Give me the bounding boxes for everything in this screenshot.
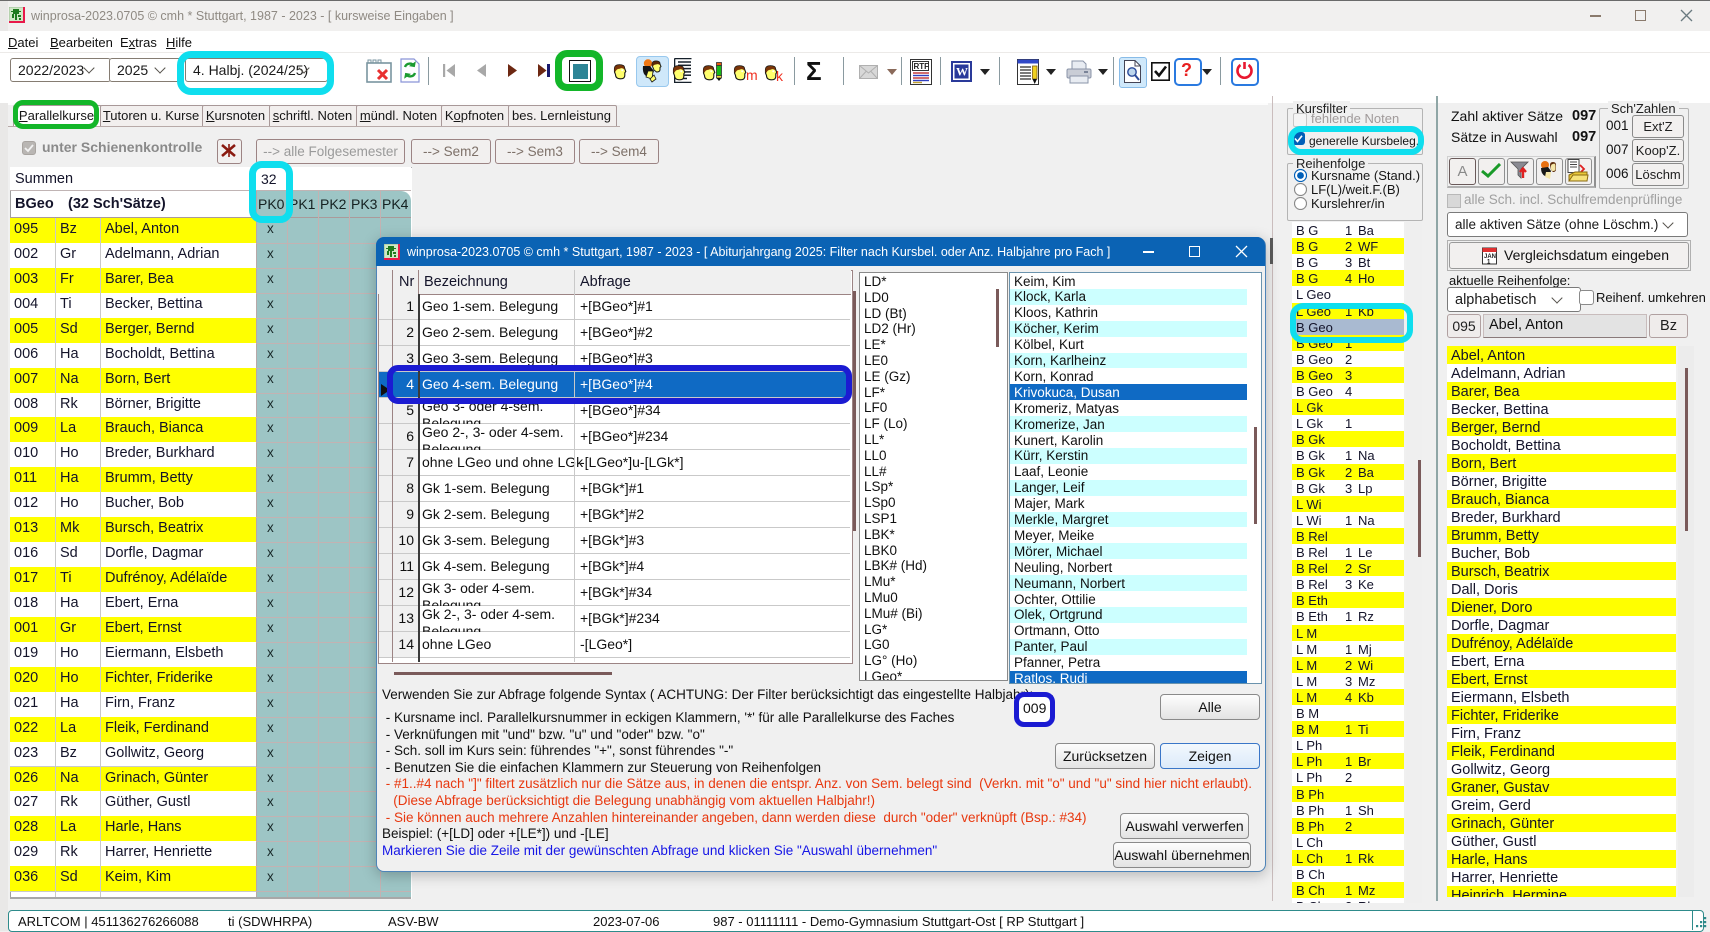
svg-text:W: W bbox=[956, 65, 968, 79]
svg-text:RTF: RTF bbox=[914, 62, 930, 71]
